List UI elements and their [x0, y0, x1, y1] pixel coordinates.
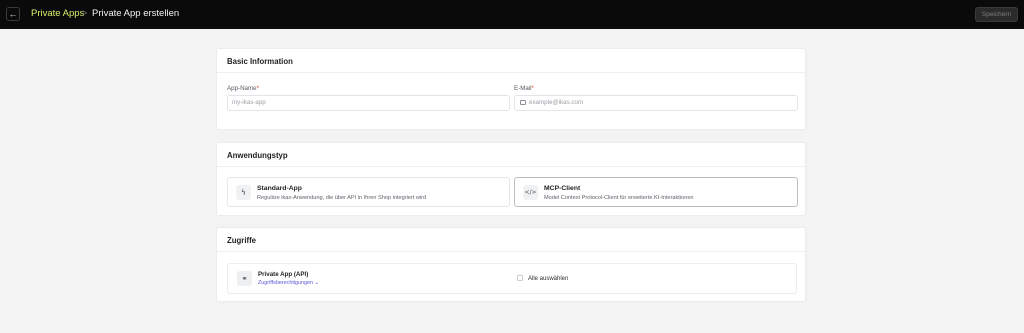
link-icon: ⚭ [237, 271, 252, 286]
mail-icon [520, 100, 526, 105]
email-input[interactable]: example@ikas.com [514, 95, 798, 111]
lightning-icon: ϟ [236, 185, 251, 200]
access-title: Zugriffe [217, 228, 805, 252]
app-name-label: App-Name* [227, 85, 259, 92]
email-placeholder: example@ikas.com [529, 99, 584, 106]
access-item-title: Private App (API) [258, 271, 309, 278]
breadcrumb-separator-icon: > [82, 8, 88, 18]
app-type-title: Anwendungstyp [217, 143, 805, 167]
app-name-label-text: App-Name [227, 85, 257, 92]
checkbox-icon[interactable] [517, 275, 523, 281]
app-type-option-mcp-client[interactable]: </> MCP-Client Model Context Protocol-Cl… [514, 177, 798, 207]
app-name-placeholder: my-ikas-app [232, 99, 266, 106]
app-type-option-description: Model Context Protocol-Client für erweit… [544, 195, 694, 201]
save-button[interactable]: Speichern [975, 7, 1018, 22]
basic-information-card: Basic Information App-Name* my-ikas-app … [216, 48, 806, 130]
access-card: Zugriffe ⚭ Private App (API) Zugriffsber… [216, 227, 806, 302]
select-all-label: Alle auswählen [528, 276, 569, 282]
top-bar: ← Private Apps > Private App erstellen S… [0, 0, 1024, 29]
required-marker: * [531, 85, 534, 92]
app-type-option-description: Reguläre ikas-Anwendung, die über API in… [257, 195, 427, 201]
app-type-option-standard[interactable]: ϟ Standard-App Reguläre ikas-Anwendung, … [227, 177, 510, 207]
required-marker: * [256, 85, 259, 92]
arrow-left-icon: ← [8, 9, 18, 19]
permissions-dropdown[interactable]: Zugriffsberechtigungen ⌄ [258, 280, 319, 286]
app-type-option-title: Standard-App [257, 185, 302, 192]
access-item-private-app-api: ⚭ Private App (API) Zugriffsberechtigung… [227, 263, 797, 294]
email-label-text: E-Mail [514, 85, 532, 92]
code-icon: </> [523, 185, 538, 200]
back-button[interactable]: ← [6, 7, 20, 21]
app-type-option-title: MCP-Client [544, 185, 581, 192]
permissions-link-label: Zugriffsberechtigungen [258, 280, 314, 286]
chevron-down-icon: ⌄ [314, 280, 320, 286]
app-name-input[interactable]: my-ikas-app [227, 95, 510, 111]
basic-information-title: Basic Information [217, 49, 805, 73]
app-type-card: Anwendungstyp ϟ Standard-App Reguläre ik… [216, 142, 806, 216]
page-title: Private App erstellen [92, 8, 180, 19]
email-label: E-Mail* [514, 85, 534, 92]
breadcrumb-private-apps[interactable]: Private Apps [31, 8, 84, 19]
select-all-checkbox[interactable]: Alle auswählen [517, 275, 568, 282]
